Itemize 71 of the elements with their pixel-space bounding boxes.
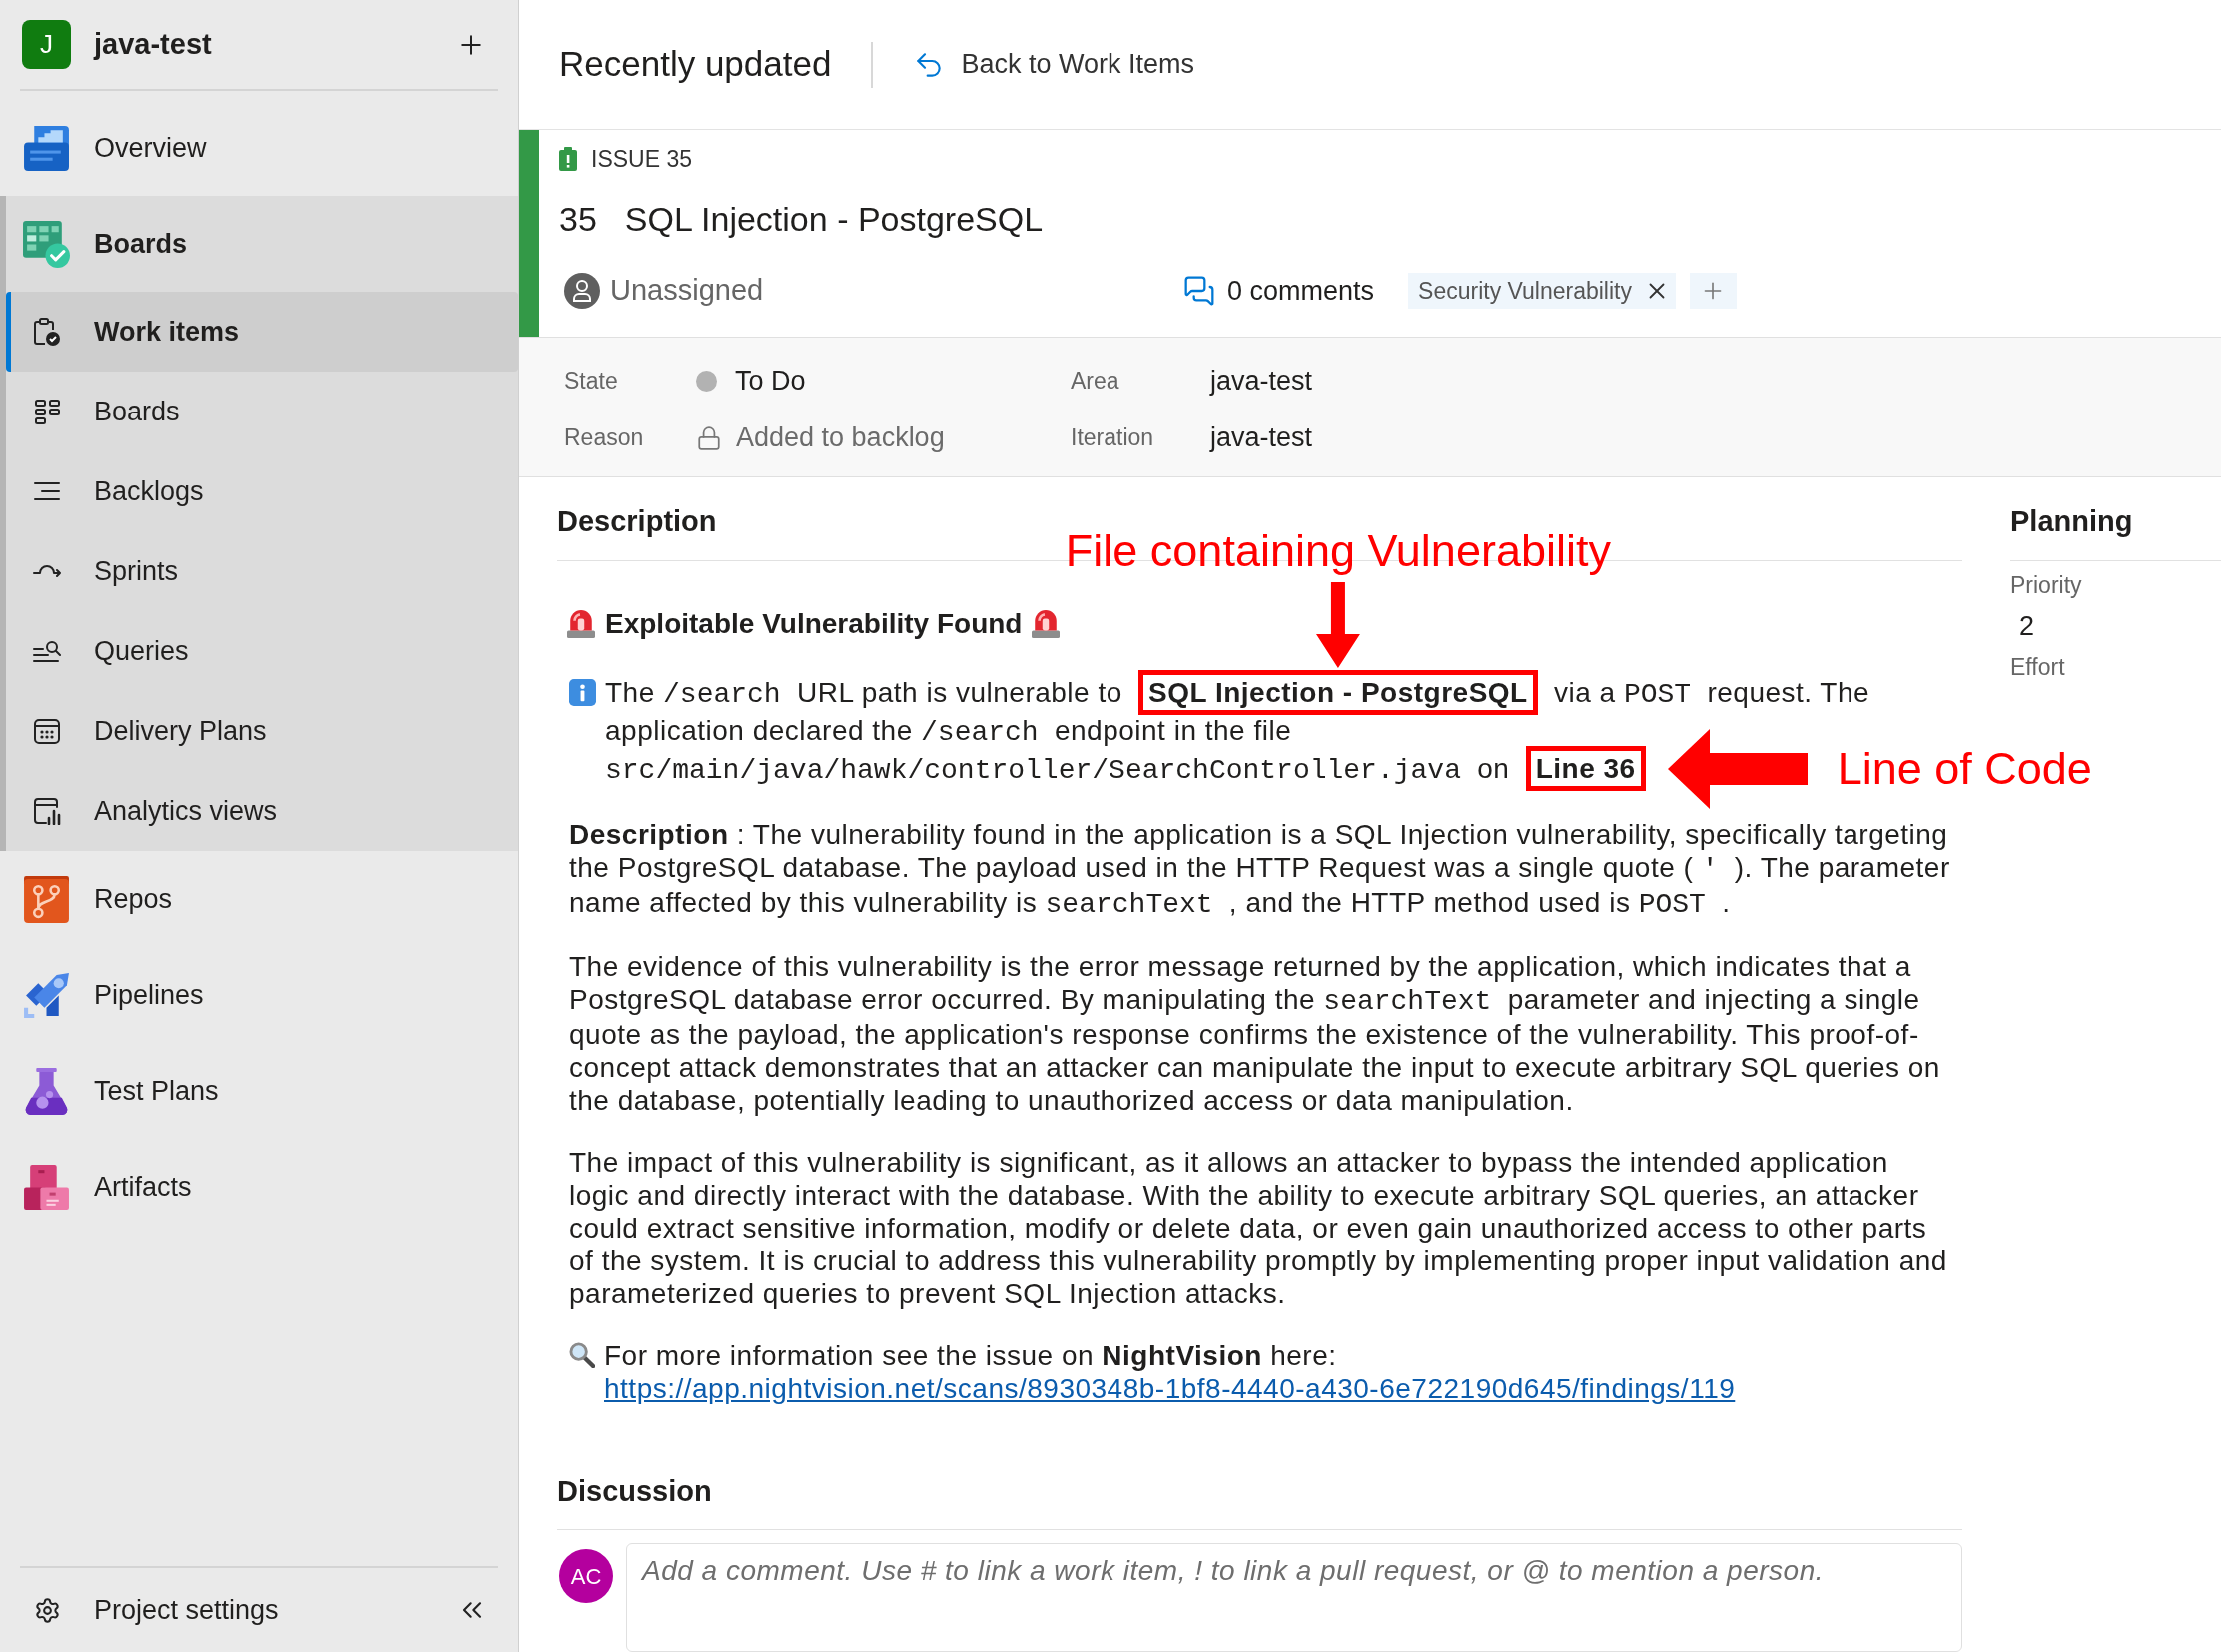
field-value: 2 [2018,610,2036,643]
page-title: Recently updated [559,43,832,86]
nav-item[interactable]: Overview [0,100,518,196]
nav-item[interactable]: Analytics views [6,771,518,851]
board-check-icon [22,219,71,269]
nav-item[interactable]: Sprints [6,531,518,611]
annotation-label: Line of Code [1837,744,2092,794]
chart-tile-icon [22,123,71,173]
project-name: java-test [94,26,212,62]
add-tag-button[interactable] [1690,273,1737,309]
nav-item[interactable]: Work items [6,292,518,372]
nav-item[interactable]: Test Plans [0,1043,518,1139]
field-label: Priority [2010,571,2083,599]
field-label: Area [1071,367,1120,397]
calendar-icon [34,718,60,744]
section-heading: Planning [2010,504,2134,539]
lock-icon [696,424,722,451]
finding-title: Exploitable Vulnerability Found [605,607,1023,641]
work-item-title: SQL Injection - PostgreSQL [624,198,1044,240]
finding-link[interactable]: https://app.nightvision.net/scans/8930348b-1bf8-4440-a430-6e722190d645/findings/119 [604,1373,1736,1404]
siren-icon [1032,610,1061,638]
section-heading: Description [557,504,718,539]
nav-item[interactable]: Boards [6,196,518,292]
info-icon [569,679,596,706]
siren-icon [567,610,595,638]
settings-icon [34,1596,61,1624]
section-heading: Discussion [557,1474,713,1509]
bar-chart-icon [33,797,61,825]
field-label: Effort [2010,653,2066,681]
issue-type-icon [559,147,577,171]
work-item-id: 35 [559,198,597,240]
project-avatar: J [22,20,71,69]
assignee-picker[interactable]: Unassigned [559,269,1183,313]
description-paragraph: The impact of this vulnerability is significant, as it allows an attacker to bypass the intended application logic and directly interact with the database. With the ability to execute arbitrary SQL queries, an attacker could extract sensitive information, modify or delete data, or even gain unauthorized access to other parts of the system. It is crucial to address this vulnerability promptly by implementing proper input validation and parameterized queries to prevent SQL Injection attacks. [569,1146,1948,1310]
grid-icon [34,399,60,424]
work-item-type: ISSUE 35 [591,144,692,174]
field-label: Iteration [1071,423,1155,453]
magnifier-icon [569,1342,595,1368]
nav-item[interactable]: Pipelines [0,947,518,1043]
list-search-icon [33,640,61,662]
clipboard-check-icon [33,318,61,346]
nav-item[interactable]: Queries [6,611,518,691]
person-icon [564,273,600,309]
back-link[interactable]: Back to Work Items [913,44,1194,85]
field-dropdown[interactable]: java-test [1210,361,2221,402]
description-paragraph: For more information see the issue on NightVision here: https://app.nightvision.net/scans/8930348b-1bf8-4440-a430-6e722190d645/findings/119 [604,1339,1737,1405]
highlighted-text: SQL Injection - PostgreSQL [1138,670,1538,715]
description-paragraph: The evidence of this vulnerability is the error message returned by the application, which indicates that a PostgreSQL database error occurred. By manipulating the searchText parameter and injecting a single quote as the payload, the application's response confirms the existence of the vulnerability. This proof-of-concept attack demonstrates that an attacker can manipulate the input to execute arbitrary SQL queries on the database, potentially leading to unauthorized access or data manipulation. [569,950,1941,1117]
boxes-icon [22,1162,71,1212]
comment-field[interactable]: Add a comment. Use # to link a work item, ! to link a pull request, or @ to mention a person. [626,1543,1962,1652]
field-label: State [564,367,619,397]
nav-item[interactable]: Delivery Plans [6,691,518,771]
rocket-icon [22,970,71,1020]
tag-label: Security Vulnerability [1418,276,1632,306]
nav-item[interactable]: Boards [6,372,518,451]
branch-tile-icon [22,874,71,924]
settings-button[interactable]: Project settings [20,1589,279,1631]
nav-item[interactable]: Artifacts [0,1139,518,1235]
nav-item[interactable]: Repos [0,851,518,947]
field-dropdown[interactable]: java-test [1210,417,2221,458]
comments-link[interactable]: 0 comments [1183,270,1375,312]
arc-arrow-icon [33,565,61,577]
highlighted-text: Line 36 [1525,746,1646,791]
nav-item[interactable]: Backlogs [6,451,518,531]
description-paragraph: Description : The vulnerability found in the application is a SQL Injection vulnerability, specifically targeting the PostgreSQL database. The payload used in the HTTP Request was a single quote ( ' ). The parameter name affected by this vulnerability is searchText , and the HTTP method used is POST . [569,818,1951,921]
field-label: Reason [564,423,645,453]
lines-icon [34,481,60,501]
field-dropdown[interactable]: To Do [696,361,1071,402]
comments-icon [1183,275,1215,307]
user-avatar: AC [559,1549,613,1603]
annotation-label: File containing Vulnerability [1065,526,1611,576]
